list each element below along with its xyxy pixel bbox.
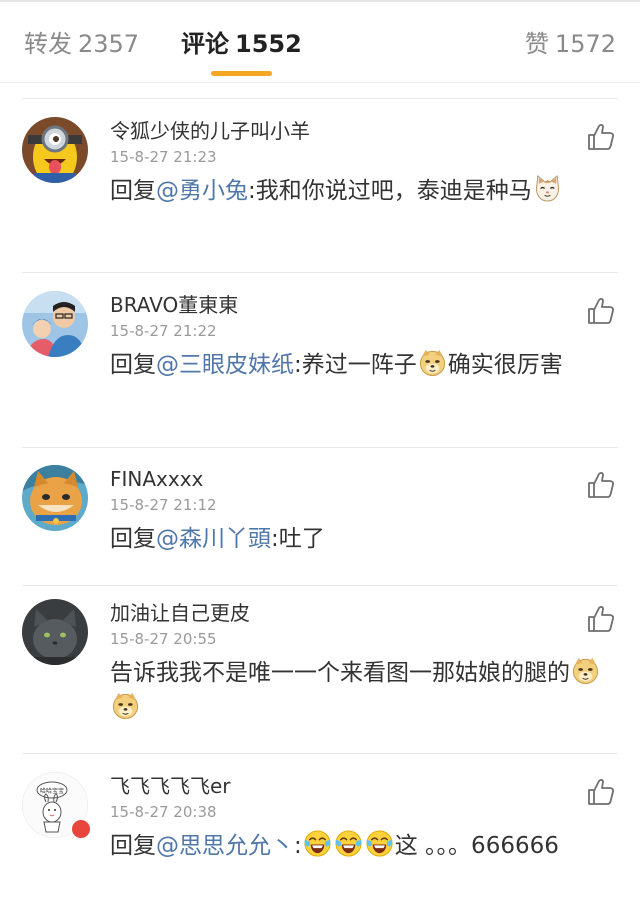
mention-link[interactable]: @三眼皮妹纸 (156, 352, 294, 378)
comment-text-content: :吐了 (271, 526, 325, 552)
comment-timestamp: 15-8-27 20:38 (110, 803, 217, 821)
comment-text: 回复@勇小兔:我和你说过吧，泰迪是种马 (110, 174, 580, 209)
comment-username[interactable]: FINAxxxx (110, 466, 580, 492)
laughing-tears-emoji-icon (303, 829, 332, 858)
thumbs-up-icon[interactable] (586, 604, 616, 634)
comment-username[interactable]: 加油让自己更皮 (110, 600, 610, 626)
comment-text: 回复@三眼皮妹纸:养过一阵子 确实很厉害 (110, 348, 580, 383)
avatar-text: 哈哈宝宝 (40, 787, 64, 795)
avatar[interactable] (22, 117, 88, 183)
comment-timestamp: 15-8-27 21:22 (110, 322, 217, 340)
comment-text-content: :我和你说过吧，泰迪是种马 (248, 178, 532, 204)
reply-prefix: 回复 (110, 833, 156, 859)
tab-repost[interactable]: 转发 2357 (24, 28, 139, 60)
comment-timestamp: 15-8-27 20:55 (110, 630, 217, 648)
comment-divider (22, 753, 618, 754)
reply-prefix: 回复 (110, 178, 156, 204)
tab-bar: 转发 2357 评论 1552 赞 1572 (0, 2, 640, 82)
doge-emoji-icon (571, 656, 600, 685)
comment-timestamp: 15-8-27 21:12 (110, 496, 217, 514)
list-divider (22, 98, 618, 99)
comment-item: 加油让自己更皮 15-8-27 20:55 告诉我我不是唯一一个来看图一那姑娘的… (22, 599, 618, 754)
thumbs-up-icon[interactable] (586, 470, 616, 500)
tab-repost-label: 转发 (24, 30, 72, 58)
avatar[interactable] (22, 291, 88, 357)
verified-badge-icon (70, 818, 92, 840)
comment-username[interactable]: 飞飞飞飞飞er (110, 773, 580, 799)
tab-likes[interactable]: 赞 1572 (525, 28, 616, 60)
comment-item: 哈哈宝宝 飞飞飞飞飞er 15-8-27 20:38 回复@思思允允丶: 这 。。… (22, 772, 618, 923)
thumbs-up-icon[interactable] (586, 296, 616, 326)
tab-bar-divider (0, 82, 640, 83)
comment-text: 告诉我我不是唯一一个来看图一那姑娘的腿的 (110, 656, 610, 726)
reply-prefix: 回复 (110, 526, 156, 552)
comment-username[interactable]: BRAVO董東東 (110, 292, 580, 318)
tab-likes-label: 赞 (524, 30, 549, 58)
comment-divider (22, 585, 618, 586)
tab-repost-count: 2357 (78, 30, 140, 58)
doge-emoji-icon (418, 348, 447, 377)
mention-link[interactable]: @思思允允丶 (156, 833, 294, 859)
avatar[interactable] (22, 465, 88, 531)
comment-text-content: :养过一阵子 (294, 352, 417, 378)
thumbs-up-icon[interactable] (586, 777, 616, 807)
tab-comments-label: 评论 (181, 30, 229, 58)
active-tab-indicator (211, 71, 272, 76)
comment-text: 回复@思思允允丶: 这 。。。666666 (110, 829, 580, 864)
comment-divider (22, 447, 618, 448)
comment-text-content: 这 。。。666666 (394, 833, 559, 859)
tab-comments[interactable]: 评论 1552 (181, 28, 302, 60)
comment-text-content: : (294, 833, 302, 859)
avatar[interactable]: 哈哈宝宝 (22, 772, 92, 840)
mention-link[interactable]: @森川丫頭 (156, 526, 271, 552)
comment-text-content: 确实很厉害 (447, 352, 563, 378)
comment-text: 回复@森川丫頭:吐了 (110, 522, 580, 557)
tab-comments-count: 1552 (235, 30, 302, 58)
tab-likes-count: 1572 (554, 30, 616, 58)
comment-item: 令狐少侠的儿子叫小羊 15-8-27 21:23 回复@勇小兔:我和你说过吧，泰… (22, 117, 618, 273)
comment-username[interactable]: 令狐少侠的儿子叫小羊 (110, 118, 580, 144)
thumbs-up-icon[interactable] (586, 122, 616, 152)
reply-prefix: 回复 (110, 352, 156, 378)
comment-item: FINAxxxx 15-8-27 21:12 回复@森川丫頭:吐了 (22, 465, 618, 586)
comment-timestamp: 15-8-27 21:23 (110, 148, 217, 166)
comment-item: BRAVO董東東 15-8-27 21:22 回复@三眼皮妹纸:养过一阵子 确实很… (22, 291, 618, 448)
comment-text-content: 告诉我我不是唯一一个来看图一那姑娘的腿的 (110, 660, 570, 686)
doge-emoji-icon (111, 691, 140, 720)
comment-divider (22, 272, 618, 273)
cat-emoji-icon (533, 174, 562, 203)
mention-link[interactable]: @勇小兔 (156, 178, 248, 204)
laughing-tears-emoji-icon (334, 829, 363, 858)
avatar[interactable] (22, 599, 88, 665)
laughing-tears-emoji-icon (365, 829, 394, 858)
